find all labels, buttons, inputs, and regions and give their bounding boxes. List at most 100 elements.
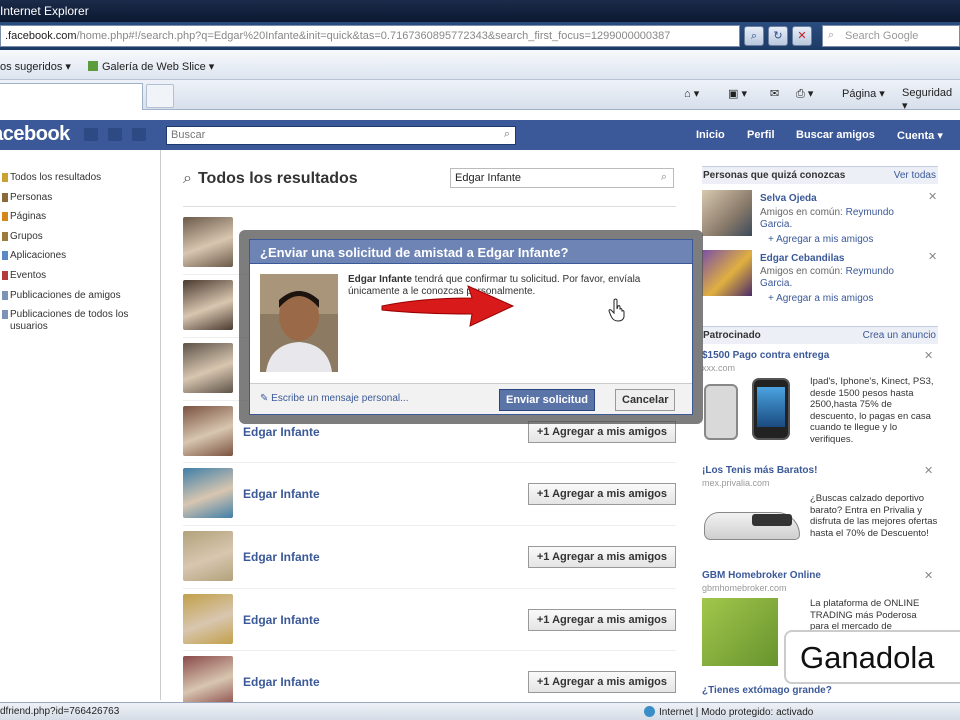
result-profile-photo[interactable] <box>183 217 233 267</box>
facebook-search-input[interactable]: Buscar ⌕ <box>166 126 516 145</box>
filter-all-posts[interactable]: Publicaciones de todos los usuarios <box>2 309 150 333</box>
messages-icon[interactable] <box>108 128 122 141</box>
nav-account[interactable]: Cuenta ▾ <box>897 129 943 142</box>
close-icon[interactable]: ✕ <box>928 190 937 203</box>
ad-title-3[interactable]: GBM Homebroker Online <box>702 570 821 581</box>
nav-find-friends[interactable]: Buscar amigos <box>796 129 875 141</box>
mutual-prefix: Amigos en común: <box>760 266 843 277</box>
results-search-input[interactable]: Edgar Infante ⌕ <box>450 168 674 188</box>
pymk-add-friend-2[interactable]: + Agregar a mis amigos <box>768 293 873 304</box>
search-icon[interactable]: ⌕ <box>504 128 510 141</box>
address-path: /home.php#!/search.php?q=Edgar%20Infante… <box>76 30 671 42</box>
address-row: .facebook.com/home.php#!/search.php?q=Ed… <box>0 22 960 50</box>
filter-events[interactable]: Eventos <box>2 270 46 282</box>
close-icon[interactable]: ✕ <box>924 349 933 362</box>
see-all-link[interactable]: Ver todas <box>894 170 936 181</box>
ad-title-1[interactable]: $1500 Pago contra entrega <box>702 350 829 361</box>
filter-all-results[interactable]: Todos los resultados <box>2 172 101 184</box>
search-filter-sidebar: Todos los resultados Personas Páginas Gr… <box>0 150 161 700</box>
personal-message-label: Escribe un mensaje personal... <box>271 393 409 404</box>
notifications-icon[interactable] <box>132 128 146 141</box>
close-icon[interactable]: ✕ <box>924 464 933 477</box>
result-profile-photo[interactable] <box>183 656 233 706</box>
filter-pages[interactable]: Páginas <box>2 211 46 223</box>
result-name[interactable]: Edgar Infante <box>243 675 320 689</box>
add-friend-button[interactable]: +1 Agregar a mis amigos <box>527 609 676 631</box>
people-icon <box>2 193 8 202</box>
add-friend-button[interactable]: +1 Agregar a mis amigos <box>527 671 676 693</box>
personal-message-link[interactable]: ✎ Escribe un mensaje personal... <box>260 393 408 404</box>
pymk-mutual-2: Amigos en común: Reymundo Garcia. <box>760 266 920 290</box>
create-ad-link[interactable]: Crea un anuncio <box>863 330 936 341</box>
nav-profile[interactable]: Perfil <box>747 129 775 141</box>
ad-image-sneaker[interactable] <box>704 502 802 548</box>
filter-people[interactable]: Personas <box>2 192 52 204</box>
new-tab-button[interactable] <box>146 84 174 108</box>
cancel-button[interactable]: Cancelar <box>615 389 676 411</box>
refresh-icon[interactable]: ↻ <box>768 26 788 46</box>
pymk-photo-2[interactable] <box>702 250 752 296</box>
watermark: Ganadola <box>784 630 960 684</box>
ad-image-phones[interactable] <box>704 378 800 442</box>
status-url: dfriend.php?id=766426763 <box>0 706 120 717</box>
ad-title-4[interactable]: ¿Tienes extómago grande? <box>702 685 832 696</box>
close-icon[interactable]: ✕ <box>924 569 933 582</box>
add-friend-button[interactable]: +1 Agregar a mis amigos <box>527 421 676 443</box>
address-bar[interactable]: .facebook.com/home.php#!/search.php?q=Ed… <box>0 25 740 47</box>
ad-url-1[interactable]: xxx.com <box>702 363 735 373</box>
home-icon[interactable]: ⌂ ▾ <box>684 87 699 100</box>
feeds-icon[interactable]: ▣ ▾ <box>728 87 747 100</box>
window-titlebar: Internet Explorer <box>0 0 960 22</box>
result-name[interactable]: Edgar Infante <box>243 487 320 501</box>
result-profile-photo[interactable] <box>183 280 233 330</box>
search-icon: ⌕ <box>183 170 192 187</box>
send-request-button[interactable]: Enviar solicitud <box>499 389 595 411</box>
pymk-name-1[interactable]: Selva Ojeda <box>760 193 817 204</box>
result-profile-photo[interactable] <box>183 468 233 518</box>
result-profile-photo[interactable] <box>183 343 233 393</box>
mail-icon[interactable]: ✉ <box>770 87 779 100</box>
filter-applications[interactable]: Aplicaciones <box>2 250 66 262</box>
filter-friend-posts[interactable]: Publicaciones de amigos <box>2 290 121 302</box>
result-name[interactable]: Edgar Infante <box>243 425 320 439</box>
web-slice-icon <box>88 61 98 71</box>
ad-title-2[interactable]: ¡Los Tenis más Baratos! <box>702 465 817 476</box>
applications-icon <box>2 251 8 260</box>
ad-url-3[interactable]: gbmhomebroker.com <box>702 583 787 593</box>
pencil-icon: ✎ <box>260 393 269 404</box>
security-menu[interactable]: Seguridad ▾ <box>902 87 960 112</box>
filter-groups[interactable]: Grupos <box>2 231 43 243</box>
result-profile-photo[interactable] <box>183 531 233 581</box>
favorite-suggested-sites[interactable]: os sugeridos ▾ <box>0 60 71 73</box>
globe-icon <box>644 706 655 717</box>
favorites-bar: os sugeridos ▾ Galería de Web Slice ▾ <box>0 50 960 80</box>
search-icon[interactable]: ⌕ <box>661 171 667 184</box>
facebook-logo[interactable]: facebook <box>0 123 70 146</box>
print-icon[interactable]: ⎙ ▾ <box>796 87 813 101</box>
add-friend-icon: + <box>768 234 774 245</box>
close-icon[interactable]: ✕ <box>928 250 937 263</box>
favorite-web-slice-gallery[interactable]: Galería de Web Slice ▾ <box>88 60 214 73</box>
page-menu[interactable]: Página ▾ <box>842 87 885 100</box>
browser-tab-active[interactable] <box>0 83 143 110</box>
window-title: Internet Explorer <box>0 4 89 18</box>
nav-home[interactable]: Inicio <box>696 129 725 141</box>
stop-icon[interactable]: ✕ <box>792 26 812 46</box>
result-name[interactable]: Edgar Infante <box>243 550 320 564</box>
add-friend-button[interactable]: +1 Agregar a mis amigos <box>527 546 676 568</box>
row-separator <box>183 462 676 463</box>
pymk-name-2[interactable]: Edgar Cebandilas <box>760 253 844 264</box>
pymk-add-friend-1[interactable]: + Agregar a mis amigos <box>768 234 873 245</box>
ad-image-logo[interactable] <box>702 598 778 666</box>
result-profile-photo[interactable] <box>183 406 233 456</box>
result-profile-photo[interactable] <box>183 594 233 644</box>
pymk-photo-1[interactable] <box>702 190 752 236</box>
pymk-heading: Personas que quizá conozcas Ver todas <box>702 166 938 184</box>
add-friend-button[interactable]: +1 Agregar a mis amigos <box>527 483 676 505</box>
friend-requests-icon[interactable] <box>84 128 98 141</box>
ad-url-2[interactable]: mex.privalia.com <box>702 478 770 488</box>
pages-icon <box>2 212 8 221</box>
browser-search-input[interactable]: ⌕ Search Google <box>822 25 960 47</box>
compat-view-icon[interactable]: ⌕ <box>744 26 764 46</box>
result-name[interactable]: Edgar Infante <box>243 613 320 627</box>
